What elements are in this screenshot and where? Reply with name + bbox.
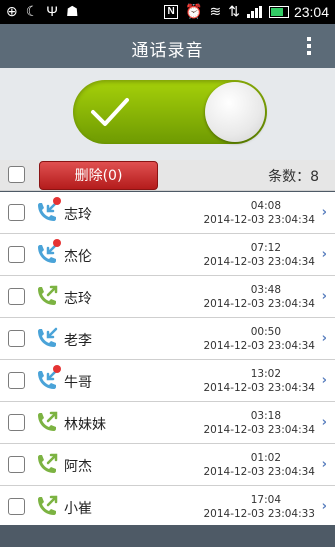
select-all-checkbox[interactable]: [8, 166, 25, 183]
record-list: 志玲 04:08 2014-12-03 23:04:34 › 杰伦 07:12 …: [0, 192, 335, 528]
page-title: 通话录音: [131, 41, 204, 61]
list-item[interactable]: 杰伦 07:12 2014-12-03 23:04:34 ›: [0, 234, 335, 276]
alarm-icon: ⏰: [185, 3, 203, 19]
contact-name: 杰伦: [64, 249, 92, 265]
contact-name: 小崔: [64, 501, 92, 517]
contact-name: 林妹妹: [64, 417, 106, 433]
action-bar: 删除(0) 条数：8: [0, 160, 335, 191]
toggle-knob[interactable]: [205, 82, 265, 142]
row-checkbox[interactable]: [8, 288, 25, 305]
notification-icons: ⊕ ☾ Ψ ☗: [6, 3, 79, 20]
row-checkbox[interactable]: [8, 414, 25, 431]
list-item[interactable]: 志玲 04:08 2014-12-03 23:04:34 ›: [0, 192, 335, 234]
row-checkbox[interactable]: [8, 372, 25, 389]
row-checkbox[interactable]: [8, 246, 25, 263]
call-duration: 07:12: [250, 242, 281, 254]
call-timestamp: 2014-12-03 23:04:34: [203, 382, 315, 394]
record-count: 条数：8: [268, 169, 319, 185]
download-icon: ⊕: [6, 3, 18, 19]
call-duration: 17:04: [250, 494, 281, 506]
outgoing-call-icon: [38, 495, 58, 515]
call-timestamp: 2014-12-03 23:04:34: [203, 256, 315, 268]
call-duration: 00:50: [250, 326, 281, 338]
status-bar: ⊕ ☾ Ψ ☗ N ⏰ ≋ ⇅ 23:04: [0, 0, 335, 24]
row-checkbox[interactable]: [8, 498, 25, 515]
call-timestamp: 2014-12-03 23:04:33: [203, 508, 315, 520]
clock: 23:04: [293, 4, 329, 20]
chevron-right-icon[interactable]: ›: [322, 331, 327, 346]
list-item[interactable]: 林妹妹 03:18 2014-12-03 23:04:34 ›: [0, 402, 335, 444]
chevron-right-icon[interactable]: ›: [322, 457, 327, 472]
outgoing-call-icon: [38, 453, 58, 473]
call-timestamp: 2014-12-03 23:04:34: [203, 214, 315, 226]
contact-name: 志玲: [64, 291, 92, 307]
call-timestamp: 2014-12-03 23:04:34: [203, 298, 315, 310]
call-duration: 03:18: [250, 410, 281, 422]
unread-badge: [53, 365, 61, 373]
battery-icon: [269, 5, 289, 18]
call-timestamp: 2014-12-03 23:04:34: [203, 466, 315, 478]
row-checkbox[interactable]: [8, 330, 25, 347]
system-icons: N ⏰ ≋ ⇅: [164, 3, 289, 20]
list-item[interactable]: 阿杰 01:02 2014-12-03 23:04:34 ›: [0, 444, 335, 486]
chevron-right-icon[interactable]: ›: [322, 205, 327, 220]
row-checkbox[interactable]: [8, 456, 25, 473]
call-duration: 13:02: [250, 368, 281, 380]
call-timestamp: 2014-12-03 23:04:34: [203, 424, 315, 436]
unread-badge: [53, 197, 61, 205]
outgoing-call-icon: [38, 411, 58, 431]
chevron-right-icon[interactable]: ›: [322, 499, 327, 514]
call-duration: 04:08: [250, 200, 281, 212]
signal-icon: [247, 5, 262, 18]
call-timestamp: 2014-12-03 23:04:34: [203, 340, 315, 352]
list-item[interactable]: 老李 00:50 2014-12-03 23:04:34 ›: [0, 318, 335, 360]
wifi-icon: ≋: [209, 3, 222, 19]
nfc-icon: N: [164, 4, 179, 19]
moon-icon: ☾: [25, 3, 39, 19]
contact-name: 阿杰: [64, 459, 92, 475]
chevron-right-icon[interactable]: ›: [322, 373, 327, 388]
incoming-call-icon: [38, 327, 58, 347]
contact-name: 老李: [64, 333, 92, 349]
contact-name: 志玲: [64, 207, 92, 223]
data-icon: ⇅: [228, 3, 240, 19]
overflow-menu-icon[interactable]: [307, 37, 311, 58]
chevron-right-icon[interactable]: ›: [322, 289, 327, 304]
usb-icon: Ψ: [46, 3, 58, 19]
row-checkbox[interactable]: [8, 204, 25, 221]
bottom-bar: [0, 525, 335, 547]
call-duration: 03:48: [250, 284, 281, 296]
recording-toggle-switch[interactable]: [73, 80, 267, 144]
list-item[interactable]: 小崔 17:04 2014-12-03 23:04:33 ›: [0, 486, 335, 528]
list-item[interactable]: 志玲 03:48 2014-12-03 23:04:34 ›: [0, 276, 335, 318]
chevron-right-icon[interactable]: ›: [322, 247, 327, 262]
delete-button[interactable]: 删除(0): [39, 161, 158, 190]
android-icon: ☗: [66, 3, 79, 19]
list-item[interactable]: 牛哥 13:02 2014-12-03 23:04:34 ›: [0, 360, 335, 402]
check-icon: [91, 98, 129, 126]
chevron-right-icon[interactable]: ›: [322, 415, 327, 430]
contact-name: 牛哥: [64, 375, 92, 391]
unread-badge: [53, 239, 61, 247]
title-bar: 通话录音: [0, 24, 335, 68]
recording-toggle-panel: [0, 68, 335, 160]
call-duration: 01:02: [250, 452, 281, 464]
outgoing-call-icon: [38, 285, 58, 305]
